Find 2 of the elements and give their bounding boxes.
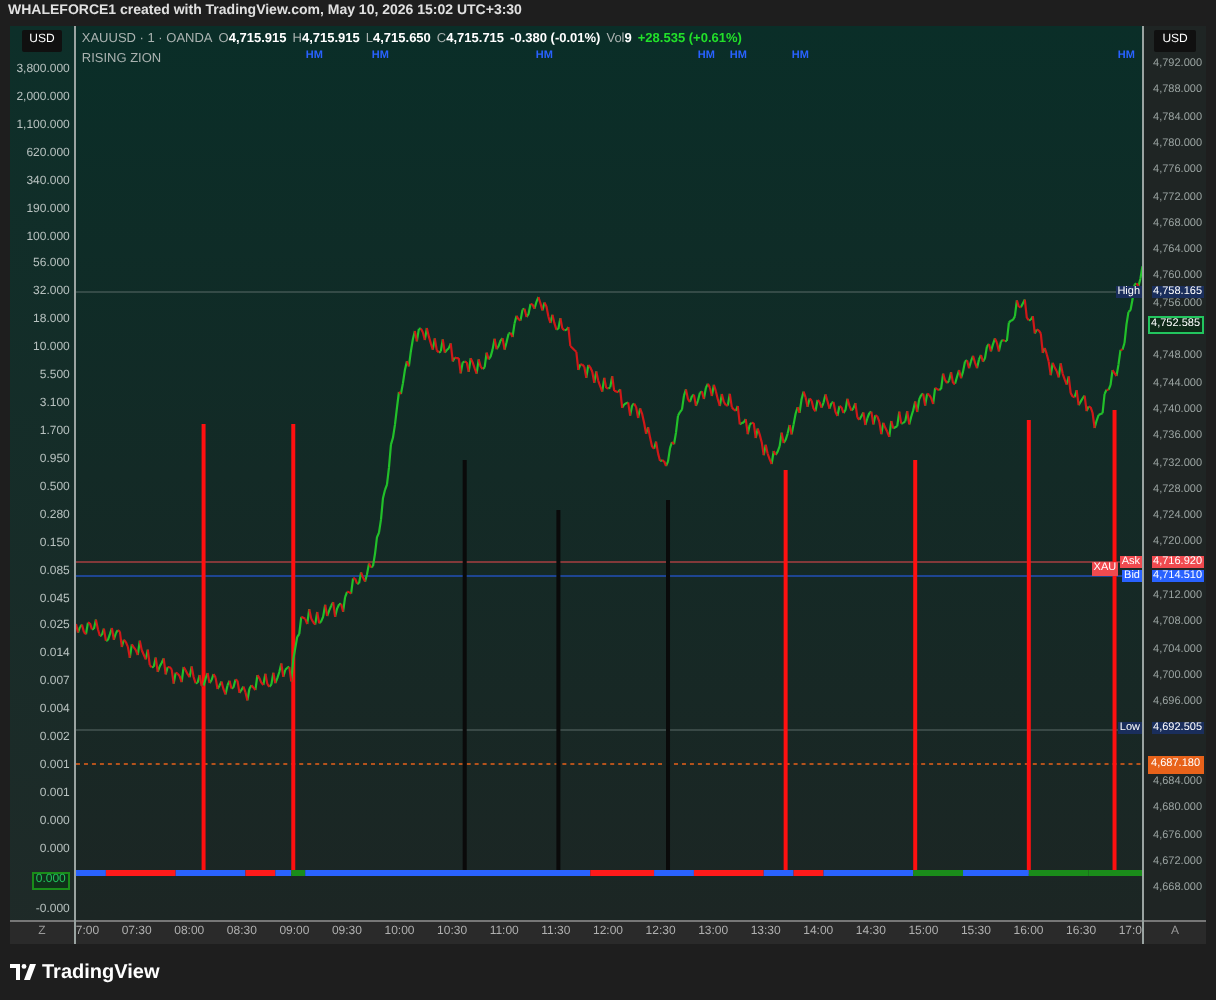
- logo-text: TradingView: [42, 959, 160, 987]
- logo-icon: [10, 964, 36, 980]
